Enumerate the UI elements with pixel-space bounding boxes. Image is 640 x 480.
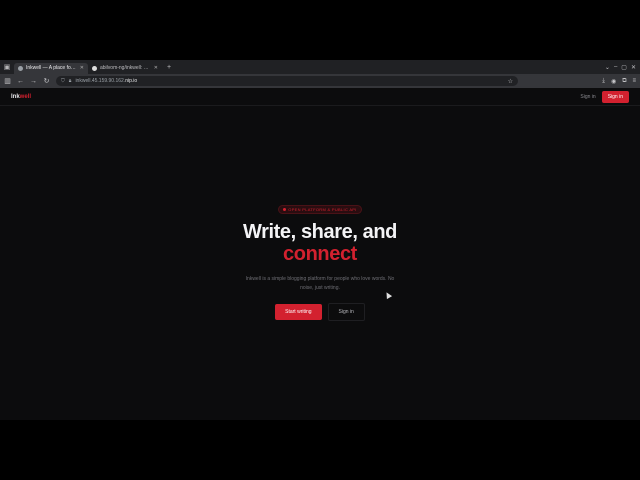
close-tab-icon[interactable]: ✕ bbox=[80, 65, 84, 71]
badge-dot-icon bbox=[283, 208, 287, 211]
bookmark-star-icon[interactable]: ☆ bbox=[508, 78, 513, 85]
close-tab-icon[interactable]: ✕ bbox=[154, 65, 158, 71]
hero-section: OPEN PLATFORM & PUBLIC API Write, share,… bbox=[0, 205, 640, 321]
back-icon[interactable]: ← bbox=[17, 78, 24, 85]
address-bar[interactable]: ⛉ 🔒︎ inkwell.45.159.90.162.nip.io ☆ bbox=[56, 76, 518, 86]
hero-headline-accent: connect bbox=[283, 243, 357, 265]
url-text: inkwell.45.159.90.162. bbox=[75, 78, 126, 84]
hero-headline: Write, share, and bbox=[243, 221, 397, 243]
lock-icon[interactable]: 🔒︎ bbox=[69, 78, 72, 84]
tab-inkwell[interactable]: Inkwell — A place for your tho ✕ bbox=[14, 62, 88, 74]
menu-icon[interactable]: ≡ bbox=[632, 78, 636, 85]
reload-icon[interactable]: ↻ bbox=[43, 77, 50, 85]
close-window-icon[interactable]: ✕ bbox=[631, 64, 636, 71]
tab-github[interactable]: abilvom-ng/inkwell: Simple ✕ bbox=[88, 63, 162, 74]
platform-badge: OPEN PLATFORM & PUBLIC API bbox=[278, 205, 362, 214]
site-header: Inkwell Sign in Sign in bbox=[0, 88, 640, 106]
downloads-icon[interactable]: ⤓ bbox=[602, 78, 605, 85]
shield-icon[interactable]: ⛉ bbox=[61, 78, 65, 84]
maximize-icon[interactable]: ▢ bbox=[621, 64, 627, 71]
account-icon[interactable]: ◉ bbox=[611, 78, 616, 85]
extensions-icon[interactable]: ⧉ bbox=[622, 78, 626, 85]
tab-list-icon[interactable]: ▣ bbox=[0, 60, 14, 74]
hero-sign-in-button[interactable]: Sign in bbox=[327, 303, 365, 321]
minimize-icon[interactable]: – bbox=[614, 64, 617, 71]
start-writing-button[interactable]: Start writing bbox=[275, 304, 322, 320]
forward-icon[interactable]: → bbox=[30, 78, 37, 85]
github-icon bbox=[92, 65, 97, 71]
tab-menu-chevron-icon[interactable]: ⌄ bbox=[605, 64, 610, 71]
page-content: Inkwell Sign in Sign in OPEN PLATFORM & … bbox=[0, 88, 640, 420]
sidebar-icon[interactable]: ▥ bbox=[4, 77, 11, 85]
nav-sign-in-link[interactable]: Sign in bbox=[580, 94, 595, 100]
site-favicon-icon bbox=[18, 65, 23, 71]
new-tab-icon[interactable]: + bbox=[162, 64, 176, 71]
logo[interactable]: Inkwell bbox=[11, 94, 31, 100]
nav-sign-in-button[interactable]: Sign in bbox=[601, 90, 629, 103]
tab-bar: ▣ Inkwell — A place for your tho ✕ abilv… bbox=[0, 60, 640, 74]
browser-window: ▣ Inkwell — A place for your tho ✕ abilv… bbox=[0, 60, 640, 420]
hero-description: Inkwell is a simple blogging platform fo… bbox=[245, 276, 395, 291]
url-host: nip.io bbox=[125, 78, 138, 84]
browser-toolbar: ▥ ← → ↻ ⛉ 🔒︎ inkwell.45.159.90.162.nip.i… bbox=[0, 74, 640, 88]
